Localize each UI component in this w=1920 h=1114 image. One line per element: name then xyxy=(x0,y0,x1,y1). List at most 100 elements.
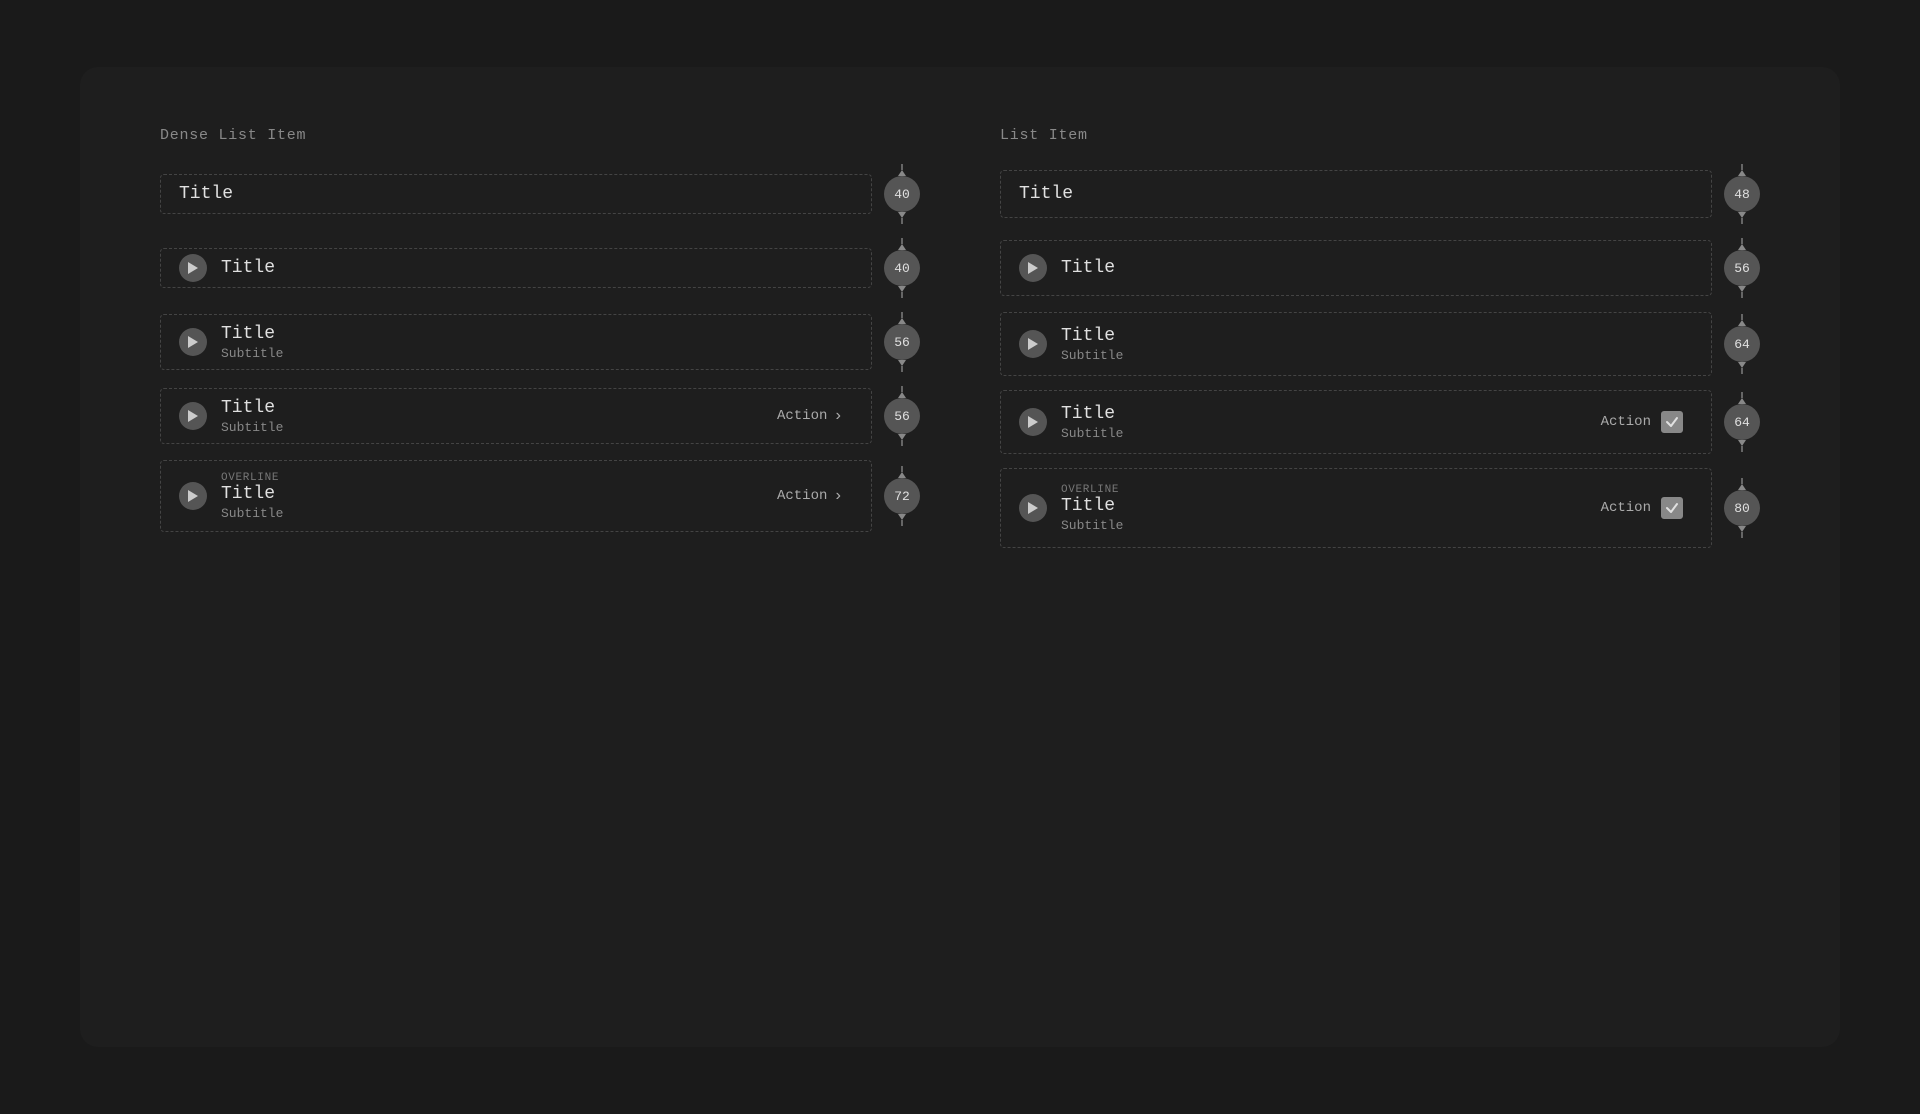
list-item-box[interactable]: Title xyxy=(160,174,872,214)
arrow-up-line xyxy=(1738,238,1746,250)
list-item-box[interactable]: Title xyxy=(160,248,872,288)
item-subtitle: Subtitle xyxy=(221,506,777,521)
action-label: Action xyxy=(1601,414,1651,430)
list-item-row: Title Subtitle 56 xyxy=(160,312,920,372)
height-badge: 56 xyxy=(1724,250,1760,286)
item-text: Title xyxy=(1061,258,1693,278)
list-item-box[interactable]: Title SubtitleAction xyxy=(1000,390,1712,454)
list-item-box[interactable]: Title Subtitle xyxy=(160,314,872,370)
arrow-down-line xyxy=(898,514,906,526)
arrow-up-line xyxy=(1738,164,1746,176)
action-label: Action xyxy=(777,408,827,424)
column-normal: List Item Title 48 Title 56 xyxy=(1000,127,1760,987)
action-label: Action xyxy=(1601,500,1651,516)
height-badge: 72 xyxy=(884,478,920,514)
list-items-group: Title 48 Title 56 xyxy=(1000,164,1760,548)
item-title: Title xyxy=(1019,184,1693,204)
arrow-down-line xyxy=(1738,526,1746,538)
item-action[interactable]: Action› xyxy=(777,487,843,505)
checkbox-icon[interactable] xyxy=(1661,497,1683,519)
item-action[interactable]: Action xyxy=(1601,414,1651,430)
list-item-box[interactable]: OverlineTitleSubtitleAction› xyxy=(160,460,872,532)
list-item-box[interactable]: Title xyxy=(1000,240,1712,296)
arrow-down-line xyxy=(1738,362,1746,374)
height-badge-wrap: 80 xyxy=(1724,478,1760,538)
arrow-up-line xyxy=(898,312,906,324)
list-item-row: Title 56 xyxy=(1000,238,1760,298)
item-text: TitleSubtitle xyxy=(1061,326,1693,363)
height-badge: 40 xyxy=(884,176,920,212)
arrow-down-line xyxy=(898,360,906,372)
list-items-group: Title 40 Title 40 xyxy=(160,164,920,532)
item-title: Title xyxy=(221,484,777,504)
item-text: Title Subtitle xyxy=(221,324,853,361)
list-item-box[interactable]: Title xyxy=(1000,170,1712,218)
column-label: Dense List Item xyxy=(160,127,920,144)
list-item-row: OverlineTitleSubtitleAction› 72 xyxy=(160,460,920,532)
item-subtitle: Subtitle xyxy=(221,346,853,361)
list-item-row: TitleSubtitle 64 xyxy=(1000,312,1760,376)
arrow-up-line xyxy=(898,466,906,478)
arrow-up-line xyxy=(1738,392,1746,404)
item-title: Title xyxy=(179,184,853,204)
play-icon[interactable] xyxy=(179,402,207,430)
item-text: Title Subtitle xyxy=(1061,404,1601,441)
item-title: Title xyxy=(1061,258,1693,278)
item-subtitle: Subtitle xyxy=(1061,518,1601,533)
height-badge-wrap: 56 xyxy=(884,312,920,372)
item-title: Title xyxy=(221,258,853,278)
item-title: Title xyxy=(1061,496,1601,516)
height-badge-wrap: 64 xyxy=(1724,392,1760,452)
list-item-box[interactable]: TitleSubtitle xyxy=(1000,312,1712,376)
list-item-row: Title 40 xyxy=(160,238,920,298)
item-action[interactable]: Action xyxy=(1601,500,1651,516)
list-item-row: Title 40 xyxy=(160,164,920,224)
play-icon[interactable] xyxy=(1019,254,1047,282)
height-badge-wrap: 40 xyxy=(884,238,920,298)
item-title: Title xyxy=(1061,404,1601,424)
play-icon[interactable] xyxy=(1019,330,1047,358)
item-subtitle: Subtitle xyxy=(1061,426,1601,441)
height-badge: 64 xyxy=(1724,404,1760,440)
play-icon[interactable] xyxy=(179,328,207,356)
item-title: Title xyxy=(221,398,777,418)
list-item-row: OverlineTitleSubtitleAction 80 xyxy=(1000,468,1760,548)
item-subtitle: Subtitle xyxy=(221,420,777,435)
checkbox-icon[interactable] xyxy=(1661,411,1683,433)
height-badge-wrap: 72 xyxy=(884,466,920,526)
arrow-up-line xyxy=(898,386,906,398)
item-title: Title xyxy=(221,324,853,344)
height-badge: 40 xyxy=(884,250,920,286)
item-title: Title xyxy=(1061,326,1693,346)
play-icon[interactable] xyxy=(1019,494,1047,522)
column-dense: Dense List Item Title 40 Title 40 xyxy=(160,127,920,987)
play-icon[interactable] xyxy=(179,482,207,510)
height-badge-wrap: 48 xyxy=(1724,164,1760,224)
arrow-down-line xyxy=(898,286,906,298)
arrow-down-line xyxy=(1738,286,1746,298)
item-text: OverlineTitleSubtitle xyxy=(221,472,777,521)
height-badge: 80 xyxy=(1724,490,1760,526)
arrow-down-line xyxy=(898,434,906,446)
item-action[interactable]: Action› xyxy=(777,407,843,425)
list-item-box[interactable]: OverlineTitleSubtitleAction xyxy=(1000,468,1712,548)
arrow-down-line xyxy=(1738,440,1746,452)
height-badge-wrap: 56 xyxy=(884,386,920,446)
chevron-right-icon: › xyxy=(833,487,843,505)
item-text: OverlineTitleSubtitle xyxy=(1061,484,1601,533)
item-text: Title Subtitle xyxy=(221,398,777,435)
list-item-row: Title 48 xyxy=(1000,164,1760,224)
arrow-up-line xyxy=(1738,314,1746,326)
arrow-up-line xyxy=(898,164,906,176)
play-icon[interactable] xyxy=(179,254,207,282)
arrow-down-line xyxy=(898,212,906,224)
list-item-box[interactable]: Title SubtitleAction› xyxy=(160,388,872,444)
height-badge-wrap: 64 xyxy=(1724,314,1760,374)
list-item-row: Title SubtitleAction› 56 xyxy=(160,386,920,446)
arrow-up-line xyxy=(898,238,906,250)
column-label: List Item xyxy=(1000,127,1760,144)
height-badge-wrap: 40 xyxy=(884,164,920,224)
item-text: Title xyxy=(1019,184,1693,204)
play-icon[interactable] xyxy=(1019,408,1047,436)
app-container: Dense List Item Title 40 Title 40 xyxy=(80,67,1840,1047)
